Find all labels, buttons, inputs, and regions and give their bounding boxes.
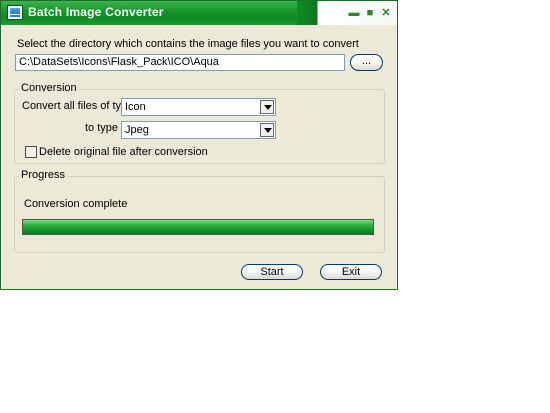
close-icon[interactable]: ✕ [380, 7, 392, 19]
window-title: Batch Image Converter [28, 5, 164, 19]
from-type-select[interactable]: Icon [121, 98, 276, 116]
to-type-select[interactable]: Jpeg [121, 121, 276, 139]
minimize-icon[interactable]: ▬ [348, 7, 360, 19]
dropdown-arrow-icon[interactable] [260, 123, 274, 137]
dropdown-arrow-icon[interactable] [260, 100, 274, 114]
directory-path-input[interactable]: C:\DataSets\Icons\Flask_Pack\ICO\Aqua [15, 54, 345, 71]
maximize-icon[interactable]: ■ [364, 7, 376, 19]
directory-prompt: Select the directory which contains the … [17, 38, 359, 50]
title-bar[interactable]: Batch Image Converter ▬ ■ ✕ [1, 1, 397, 25]
to-type-value: Jpeg [125, 124, 149, 136]
browse-button[interactable]: ... [350, 54, 383, 71]
from-type-label: Convert all files of type [22, 100, 134, 112]
delete-original-label[interactable]: Delete original file after conversion [39, 146, 208, 158]
start-button[interactable]: Start [241, 264, 303, 280]
progress-bar-fill [23, 220, 373, 234]
conversion-group-title: Conversion [19, 82, 79, 94]
from-type-value: Icon [125, 101, 146, 113]
progress-group: Progress [14, 169, 385, 253]
progress-status: Conversion complete [24, 198, 128, 210]
exit-button[interactable]: Exit [320, 264, 382, 280]
app-icon [7, 5, 23, 20]
progress-bar [22, 219, 374, 235]
batch-image-converter-window: Batch Image Converter ▬ ■ ✕ Select the d… [0, 0, 398, 290]
to-type-label: to type [85, 122, 119, 134]
delete-original-checkbox[interactable] [25, 146, 37, 158]
progress-group-title: Progress [19, 169, 68, 181]
